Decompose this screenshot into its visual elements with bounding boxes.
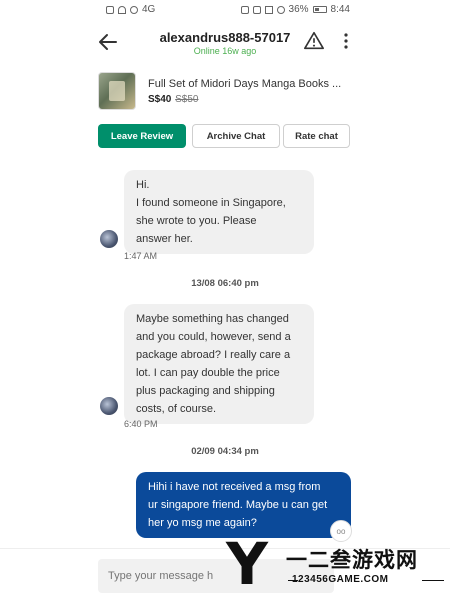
watermark-text: 一二叁游戏网 (286, 548, 418, 572)
rate-chat-button[interactable]: Rate chat (283, 124, 350, 148)
nfc-icon (240, 5, 249, 14)
network-label: 4G (142, 4, 156, 15)
watermark-logo: Y (226, 530, 268, 598)
listing-old-price: S$50 (175, 94, 199, 105)
incoming-message[interactable]: Hi. I found someone in Singapore, she wr… (124, 170, 314, 254)
sender-avatar[interactable] (100, 397, 118, 415)
eye-icon (130, 5, 138, 14)
incoming-message[interactable]: Maybe something has changed and you coul… (124, 304, 314, 424)
header-title-block: alexandrus888-57017 Online 16w ago (0, 30, 450, 56)
date-separator: 13/08 06:40 pm (191, 278, 259, 289)
wifi-icon (118, 5, 126, 14)
battery-percent: 36% (288, 4, 309, 15)
watermark-divider-right (422, 580, 444, 581)
chat-username[interactable]: alexandrus888-57017 (0, 30, 450, 45)
sender-avatar[interactable] (100, 230, 118, 248)
site-watermark: Y 一二叁游戏网 123456GAME.COM (226, 534, 450, 600)
battery-icon (312, 6, 327, 13)
listing-price: S$40 (148, 94, 172, 105)
online-status: Online 16w ago (193, 46, 257, 56)
chat-actions: Leave Review Archive Chat Rate chat (98, 124, 350, 148)
bluetooth-icon (264, 5, 273, 14)
clock: 8:44 (330, 4, 350, 15)
alarm-icon (276, 5, 285, 14)
message-time: 1:47 AM (124, 251, 158, 261)
signal-icon (106, 5, 114, 14)
report-warning-icon[interactable] (303, 30, 325, 52)
listing-title: Full Set of Midori Days Manga Books ... (148, 78, 342, 90)
vibrate-icon (252, 5, 261, 14)
status-bar: 4G 36% 8:44 (0, 0, 450, 20)
message-time: 6:40 PM (124, 419, 158, 429)
date-separator: 02/09 04:34 pm (191, 446, 259, 457)
chat-header: alexandrus888-57017 Online 16w ago (0, 22, 450, 62)
outgoing-message[interactable]: Hihi i have not received a msg from ur s… (136, 472, 351, 538)
listing-thumbnail (98, 72, 136, 110)
watermark-url: 123456GAME.COM (292, 574, 389, 585)
listing-price-row: S$40 S$50 (148, 94, 199, 105)
archive-chat-button[interactable]: Archive Chat (192, 124, 280, 148)
leave-review-button[interactable]: Leave Review (98, 124, 186, 148)
listing-card[interactable]: Full Set of Midori Days Manga Books ... … (98, 72, 360, 114)
more-options-icon[interactable] (341, 32, 351, 50)
message-list[interactable]: Hi. I found someone in Singapore, she wr… (0, 160, 450, 544)
